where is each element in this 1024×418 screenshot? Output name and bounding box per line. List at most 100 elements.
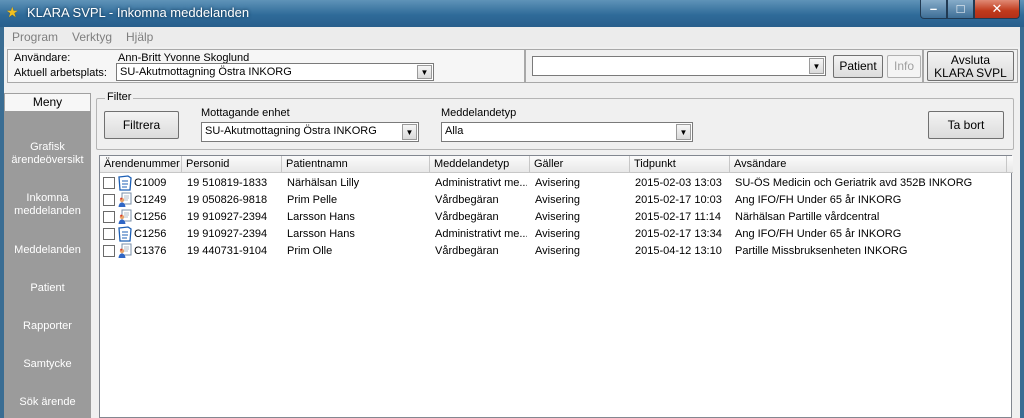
cell-case: C1009: [134, 177, 167, 189]
sidebar-item-patient[interactable]: Patient: [4, 282, 91, 295]
user-label: Användare:: [14, 52, 71, 64]
document-icon: [117, 175, 133, 191]
unit-select[interactable]: SU-Akutmottagning Östra INKORG ▼: [201, 122, 419, 142]
sidebar-item-label: Grafisk: [30, 141, 65, 153]
column-header-time[interactable]: Tidpunkt: [630, 156, 730, 173]
patient-button[interactable]: Patient: [833, 55, 883, 78]
sidebar: Meny Grafisk ärendeöversikt Inkomna medd…: [4, 93, 91, 418]
table-row[interactable]: C1376 19 440731-9104 Prim Olle Vårdbegäran A…: [100, 243, 1011, 260]
main-window: Program Verktyg Hjälp Användare: Ann-Bri…: [4, 27, 1020, 418]
table-row[interactable]: C1256 19 910927-2394 Larsson Hans Vårdbegär…: [100, 209, 1011, 226]
chevron-down-icon[interactable]: ▼: [676, 124, 691, 140]
maximize-button[interactable]: □: [947, 0, 974, 19]
unit-value: SU-Akutmottagning Östra INKORG: [205, 125, 377, 137]
main-panel: Filter Filtrera Mottagande enhet SU-Akut…: [94, 91, 1016, 418]
care-request-icon: [117, 243, 133, 259]
cell-time: 2015-04-12 13:10: [635, 245, 722, 257]
filter-legend: Filter: [105, 91, 134, 103]
patient-panel: ▼ Patient Info: [525, 49, 923, 83]
sidebar-item-label: ärendeöversikt: [11, 154, 84, 166]
cell-applies: Avisering: [535, 228, 581, 240]
filter-group: Filter Filtrera Mottagande enhet SU-Akut…: [96, 91, 1014, 150]
chevron-down-icon[interactable]: ▼: [809, 58, 824, 74]
cell-patientname: Larsson Hans: [287, 228, 355, 240]
unit-label: Mottagande enhet: [201, 107, 290, 119]
type-value: Alla: [445, 125, 464, 137]
minimize-icon: –: [929, 1, 938, 16]
sidebar-item-rapporter[interactable]: Rapporter: [4, 320, 91, 333]
row-checkbox[interactable]: [103, 228, 115, 240]
cell-applies: Avisering: [535, 177, 581, 189]
cell-time: 2015-02-17 10:03: [635, 194, 722, 206]
column-header-messagetype[interactable]: Meddelandetyp: [430, 156, 530, 173]
row-checkbox[interactable]: [103, 194, 115, 206]
column-header-applies[interactable]: Gäller: [530, 156, 630, 173]
menu-bar: Program Verktyg Hjälp: [4, 27, 1020, 47]
maximize-icon: □: [956, 1, 965, 16]
info-button[interactable]: Info: [887, 55, 921, 78]
cell-case: C1256: [134, 228, 167, 240]
cell-personid: 19 050826-9818: [187, 194, 268, 206]
sidebar-item-meddelanden[interactable]: Meddelanden: [4, 244, 91, 257]
workplace-select[interactable]: SU-Akutmottagning Östra INKORG ▼: [116, 63, 434, 81]
cell-patientname: Larsson Hans: [287, 211, 355, 223]
exit-label-line2: KLARA SVPL: [934, 66, 1007, 80]
messages-table: Ärendenummer Personid Patientnamn Meddel…: [99, 155, 1013, 418]
cell-messagetype: Vårdbegäran: [435, 194, 499, 206]
title-bar: ★ KLARA SVPL - Inkomna meddelanden – □ ✕: [0, 0, 1024, 27]
type-select[interactable]: Alla ▼: [441, 122, 693, 142]
sidebar-tab-menu[interactable]: Meny: [4, 93, 91, 111]
cell-messagetype: Administrativt me...: [435, 177, 527, 189]
cell-messagetype: Vårdbegäran: [435, 211, 499, 223]
workplace-value: SU-Akutmottagning Östra INKORG: [120, 66, 292, 78]
sidebar-item-label: Samtycke: [23, 358, 72, 370]
table-row[interactable]: C1256 19 910927-2394 Larsson Hans Administr…: [100, 226, 1011, 243]
column-header-patientname[interactable]: Patientnamn: [282, 156, 430, 173]
close-button[interactable]: ✕: [974, 0, 1020, 19]
cell-sender: Partille Missbruksenheten INKORG: [735, 245, 908, 257]
menu-hjalp[interactable]: Hjälp: [126, 30, 153, 44]
row-checkbox[interactable]: [103, 177, 115, 189]
table-row[interactable]: C1249 19 050826-9818 Prim Pelle Vårdbegäran…: [100, 192, 1011, 209]
sidebar-item-label: Patient: [30, 282, 65, 294]
row-checkbox[interactable]: [103, 211, 115, 223]
cell-patientname: Prim Olle: [287, 245, 333, 257]
column-header-personid[interactable]: Personid: [182, 156, 282, 173]
sidebar-item-sok-arende[interactable]: Sök ärende: [4, 396, 91, 409]
table-header: Ärendenummer Personid Patientnamn Meddel…: [100, 156, 1013, 173]
cell-case: C1249: [134, 194, 167, 206]
sidebar-item-label: Rapporter: [23, 320, 72, 332]
chevron-down-icon[interactable]: ▼: [417, 65, 432, 79]
chevron-down-icon[interactable]: ▼: [402, 124, 417, 140]
menu-verktyg[interactable]: Verktyg: [72, 30, 112, 44]
menu-program[interactable]: Program: [12, 30, 58, 44]
cell-personid: 19 910927-2394: [187, 228, 268, 240]
exit-button[interactable]: Avsluta KLARA SVPL: [927, 51, 1014, 81]
cell-messagetype: Vårdbegäran: [435, 245, 499, 257]
cell-applies: Avisering: [535, 245, 581, 257]
cell-sender: Ang IFO/FH Under 65 år INKORG: [735, 194, 902, 206]
delete-button[interactable]: Ta bort: [928, 111, 1004, 139]
close-icon: ✕: [991, 1, 1003, 16]
patient-search-select[interactable]: ▼: [532, 56, 826, 76]
cell-messagetype: Administrativt me...: [435, 228, 527, 240]
row-checkbox[interactable]: [103, 245, 115, 257]
cell-personid: 19 910927-2394: [187, 211, 268, 223]
cell-time: 2015-02-17 11:14: [635, 211, 722, 223]
sidebar-item-label: Inkomna: [26, 192, 69, 204]
cell-personid: 19 440731-9104: [187, 245, 268, 257]
cell-personid: 19 510819-1833: [187, 177, 268, 189]
cell-case: C1376: [134, 245, 167, 257]
sidebar-item-samtycke[interactable]: Samtycke: [4, 358, 91, 371]
workplace-label: Aktuell arbetsplats:: [14, 67, 107, 79]
sidebar-item-grafisk-arendeoversikt[interactable]: Grafisk ärendeöversikt: [4, 141, 91, 167]
minimize-button[interactable]: –: [920, 0, 947, 19]
table-row[interactable]: C1009 19 510819-1833 Närhälsan Lilly Admini…: [100, 175, 1011, 192]
cell-case: C1256: [134, 211, 167, 223]
filter-button[interactable]: Filtrera: [104, 111, 179, 139]
column-header-sender[interactable]: Avsändare: [730, 156, 1007, 173]
column-header-case[interactable]: Ärendenummer: [100, 156, 182, 173]
cell-applies: Avisering: [535, 211, 581, 223]
header: Användare: Ann-Britt Yvonne Skoglund Akt…: [4, 47, 1020, 85]
sidebar-item-inkomna-meddelanden[interactable]: Inkomna meddelanden: [4, 192, 91, 218]
